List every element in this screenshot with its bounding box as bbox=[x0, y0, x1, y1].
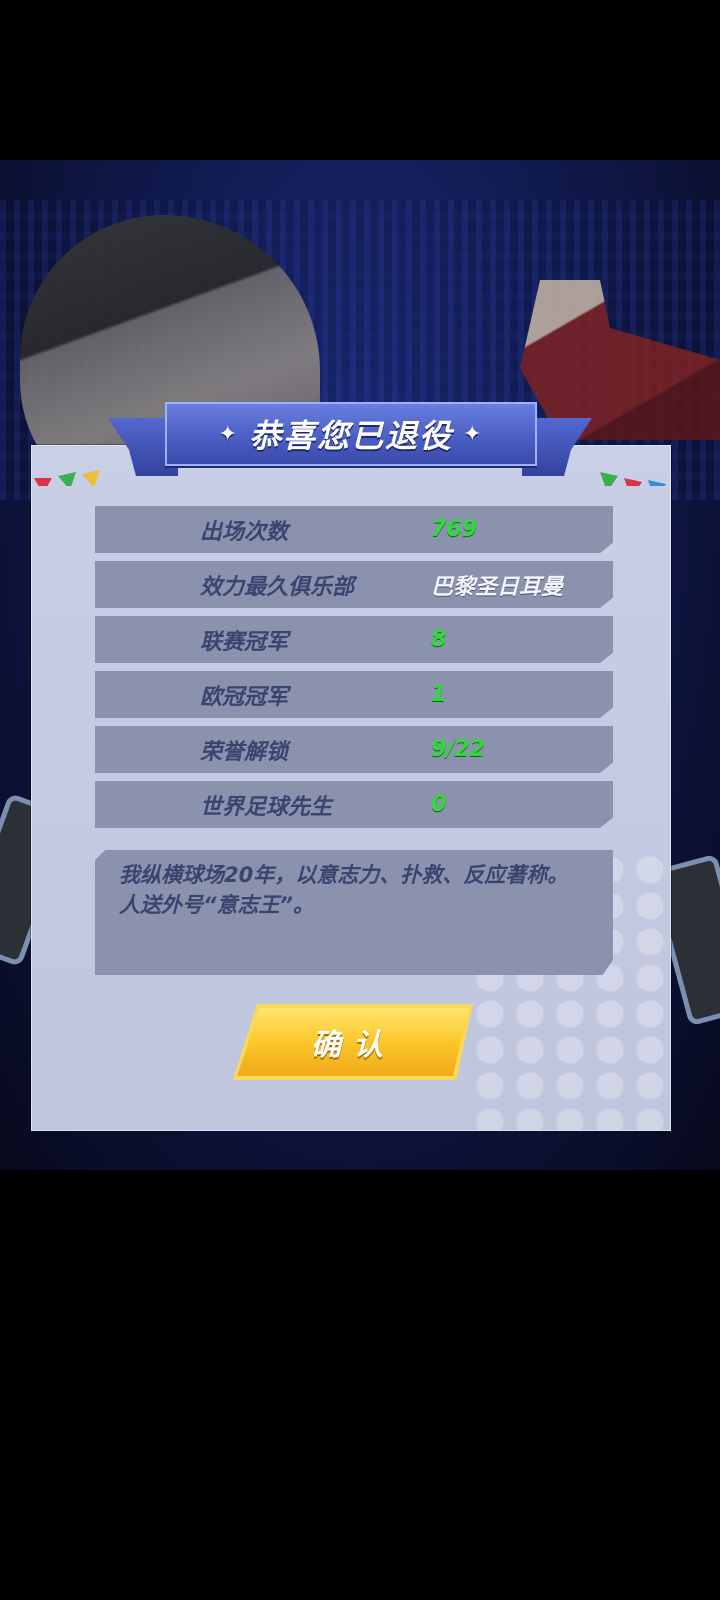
sparkle-icon: ✦ bbox=[463, 421, 484, 447]
career-bio-text: 我纵横球场20年，以意志力、扑救、反应著称。人送外号“意志王”。 bbox=[119, 863, 569, 917]
confirm-button[interactable]: 确认 bbox=[237, 1008, 469, 1076]
stat-row-honors-unlocked: 荣誉解锁 9/22 bbox=[95, 726, 613, 773]
stat-value: 巴黎圣日耳曼 bbox=[431, 574, 564, 600]
sparkle-icon: ✦ bbox=[218, 421, 239, 447]
stat-value: 0 bbox=[431, 792, 447, 817]
stat-label: 欧冠冠军 bbox=[200, 684, 289, 710]
stat-value: 8 bbox=[431, 627, 447, 652]
stat-label: 荣誉解锁 bbox=[200, 739, 289, 765]
stat-label: 出场次数 bbox=[200, 519, 289, 545]
stat-row-ballon-dor: 世界足球先生 0 bbox=[95, 781, 613, 828]
stat-label: 世界足球先生 bbox=[200, 794, 333, 820]
stat-value: 9/22 bbox=[431, 737, 485, 762]
dialog-title-banner: ✦ 恭喜您已退役 ✦ bbox=[165, 402, 537, 466]
stat-label: 联赛冠军 bbox=[200, 629, 289, 655]
stat-row-appearances: 出场次数 769 bbox=[95, 506, 613, 553]
stat-row-champions-league: 欧冠冠军 1 bbox=[95, 671, 613, 718]
retirement-summary-panel: 出场次数 769 效力最久俱乐部 巴黎圣日耳曼 联赛冠军 8 欧冠冠军 1 荣誉… bbox=[31, 445, 671, 1131]
stat-value: 1 bbox=[431, 682, 447, 707]
stat-value: 769 bbox=[431, 517, 477, 542]
stat-row-league-titles: 联赛冠军 8 bbox=[95, 616, 613, 663]
stat-label: 效力最久俱乐部 bbox=[200, 574, 355, 600]
bunting-right-decoration bbox=[600, 472, 666, 486]
stat-row-longest-club: 效力最久俱乐部 巴黎圣日耳曼 bbox=[95, 561, 613, 608]
dialog-title: 恭喜您已退役 bbox=[248, 417, 453, 455]
career-bio-box: 我纵横球场20年，以意志力、扑救、反应著称。人送外号“意志王”。 bbox=[95, 850, 613, 975]
bunting-left-decoration bbox=[34, 470, 100, 486]
